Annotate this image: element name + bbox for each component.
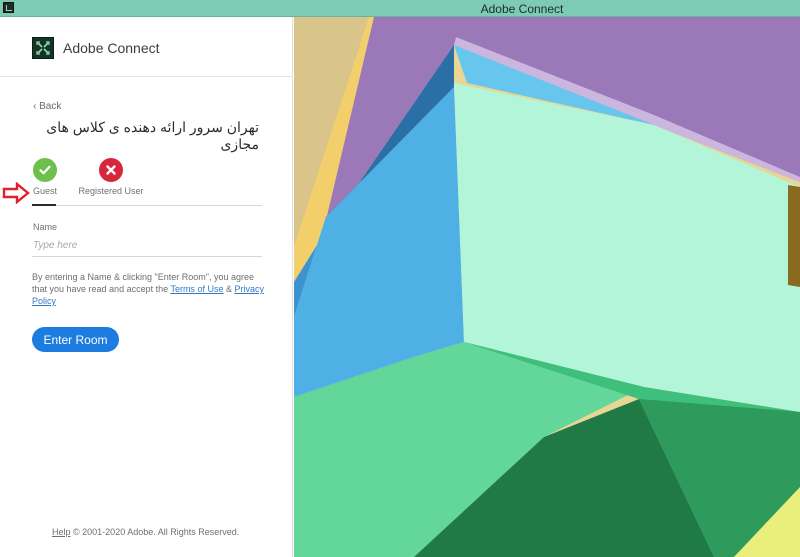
adobe-connect-logo-icon	[32, 37, 54, 59]
role-guest-label: Guest	[32, 186, 57, 196]
divider	[0, 76, 293, 77]
brand-name: Adobe Connect	[63, 40, 160, 56]
close-icon	[99, 158, 123, 182]
window-title: Adobe Connect	[480, 2, 564, 16]
role-tab-rule	[32, 205, 262, 206]
chevron-left-icon: ‹	[33, 101, 37, 112]
help-link[interactable]: Help	[52, 527, 71, 537]
check-icon	[33, 158, 57, 182]
login-panel: Adobe Connect ‹ Back تهران سرور ارائه ده…	[0, 17, 293, 557]
art-shape	[788, 185, 800, 287]
arrow-right-icon	[2, 181, 30, 209]
copyright: © 2001-2020 Adobe. All Rights Reserved.	[73, 527, 240, 537]
back-link[interactable]: ‹ Back	[33, 101, 61, 112]
footer: Help © 2001-2020 Adobe. All Rights Reser…	[52, 527, 239, 537]
geometric-artwork	[294, 17, 800, 557]
room-title: تهران سرور ارائه دهنده ی کلاس های مجازی	[46, 119, 259, 152]
role-active-indicator	[32, 204, 56, 206]
role-registered-user[interactable]: Registered User	[78, 158, 144, 196]
role-registered-label: Registered User	[78, 186, 144, 196]
background-artwork	[294, 17, 800, 557]
role-guest[interactable]: Guest	[32, 158, 58, 196]
name-label: Name	[33, 222, 58, 232]
enter-room-button[interactable]: Enter Room	[32, 327, 119, 352]
role-selector: Guest Registered User	[32, 158, 262, 206]
terms-of-use-link[interactable]: Terms of Use	[170, 284, 223, 294]
back-label: Back	[39, 101, 62, 112]
terms-agreement: By entering a Name & clicking "Enter Roo…	[32, 271, 264, 307]
name-input[interactable]	[32, 235, 262, 257]
window-titlebar: Adobe Connect	[0, 0, 800, 17]
agreement-and: &	[223, 284, 235, 294]
brand: Adobe Connect	[32, 36, 160, 60]
